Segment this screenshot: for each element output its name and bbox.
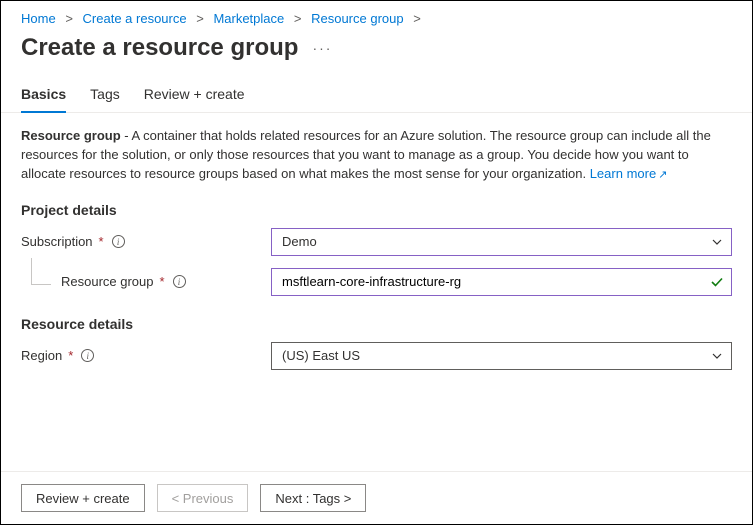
breadcrumb-resource-group[interactable]: Resource group: [311, 11, 404, 26]
learn-more-link[interactable]: Learn more↗: [590, 166, 668, 181]
resource-group-row: Resource group * i: [21, 268, 732, 296]
page-header: Create a resource group ···: [1, 30, 752, 78]
next-button[interactable]: Next : Tags >: [260, 484, 366, 512]
description-text: Resource group - A container that holds …: [21, 127, 732, 184]
required-indicator: *: [160, 274, 165, 289]
page-title: Create a resource group: [21, 34, 298, 62]
project-details-heading: Project details: [21, 202, 732, 218]
required-indicator: *: [68, 348, 73, 363]
resource-details-heading: Resource details: [21, 316, 732, 332]
subscription-label: Subscription: [21, 234, 93, 249]
resource-group-input[interactable]: [271, 268, 732, 296]
subscription-select[interactable]: Demo: [271, 228, 732, 256]
subscription-row: Subscription * i Demo: [21, 228, 732, 256]
chevron-right-icon: >: [413, 11, 421, 26]
required-indicator: *: [99, 234, 104, 249]
resource-group-label: Resource group: [61, 274, 154, 289]
info-icon[interactable]: i: [173, 275, 186, 288]
breadcrumb-marketplace[interactable]: Marketplace: [213, 11, 284, 26]
tab-tags[interactable]: Tags: [90, 78, 120, 112]
breadcrumb: Home > Create a resource > Marketplace >…: [1, 1, 752, 30]
chevron-right-icon: >: [65, 11, 73, 26]
subscription-value: Demo: [282, 234, 317, 249]
chevron-down-icon: [711, 350, 723, 362]
description-bold: Resource group: [21, 128, 121, 143]
info-icon[interactable]: i: [81, 349, 94, 362]
region-value: (US) East US: [282, 348, 360, 363]
info-icon[interactable]: i: [112, 235, 125, 248]
content-area: Resource group - A container that holds …: [1, 113, 752, 471]
breadcrumb-home[interactable]: Home: [21, 11, 56, 26]
tab-basics[interactable]: Basics: [21, 78, 66, 112]
region-select[interactable]: (US) East US: [271, 342, 732, 370]
review-create-button[interactable]: Review + create: [21, 484, 145, 512]
chevron-right-icon: >: [196, 11, 204, 26]
chevron-down-icon: [711, 236, 723, 248]
region-label: Region: [21, 348, 62, 363]
chevron-right-icon: >: [294, 11, 302, 26]
breadcrumb-create-resource[interactable]: Create a resource: [83, 11, 187, 26]
tabs: Basics Tags Review + create: [1, 78, 752, 113]
external-link-icon: ↗: [658, 169, 667, 181]
tab-review-create[interactable]: Review + create: [144, 78, 245, 112]
more-actions-icon[interactable]: ···: [312, 40, 332, 56]
footer-actions: Review + create < Previous Next : Tags >: [1, 471, 752, 524]
region-row: Region * i (US) East US: [21, 342, 732, 370]
previous-button: < Previous: [157, 484, 249, 512]
